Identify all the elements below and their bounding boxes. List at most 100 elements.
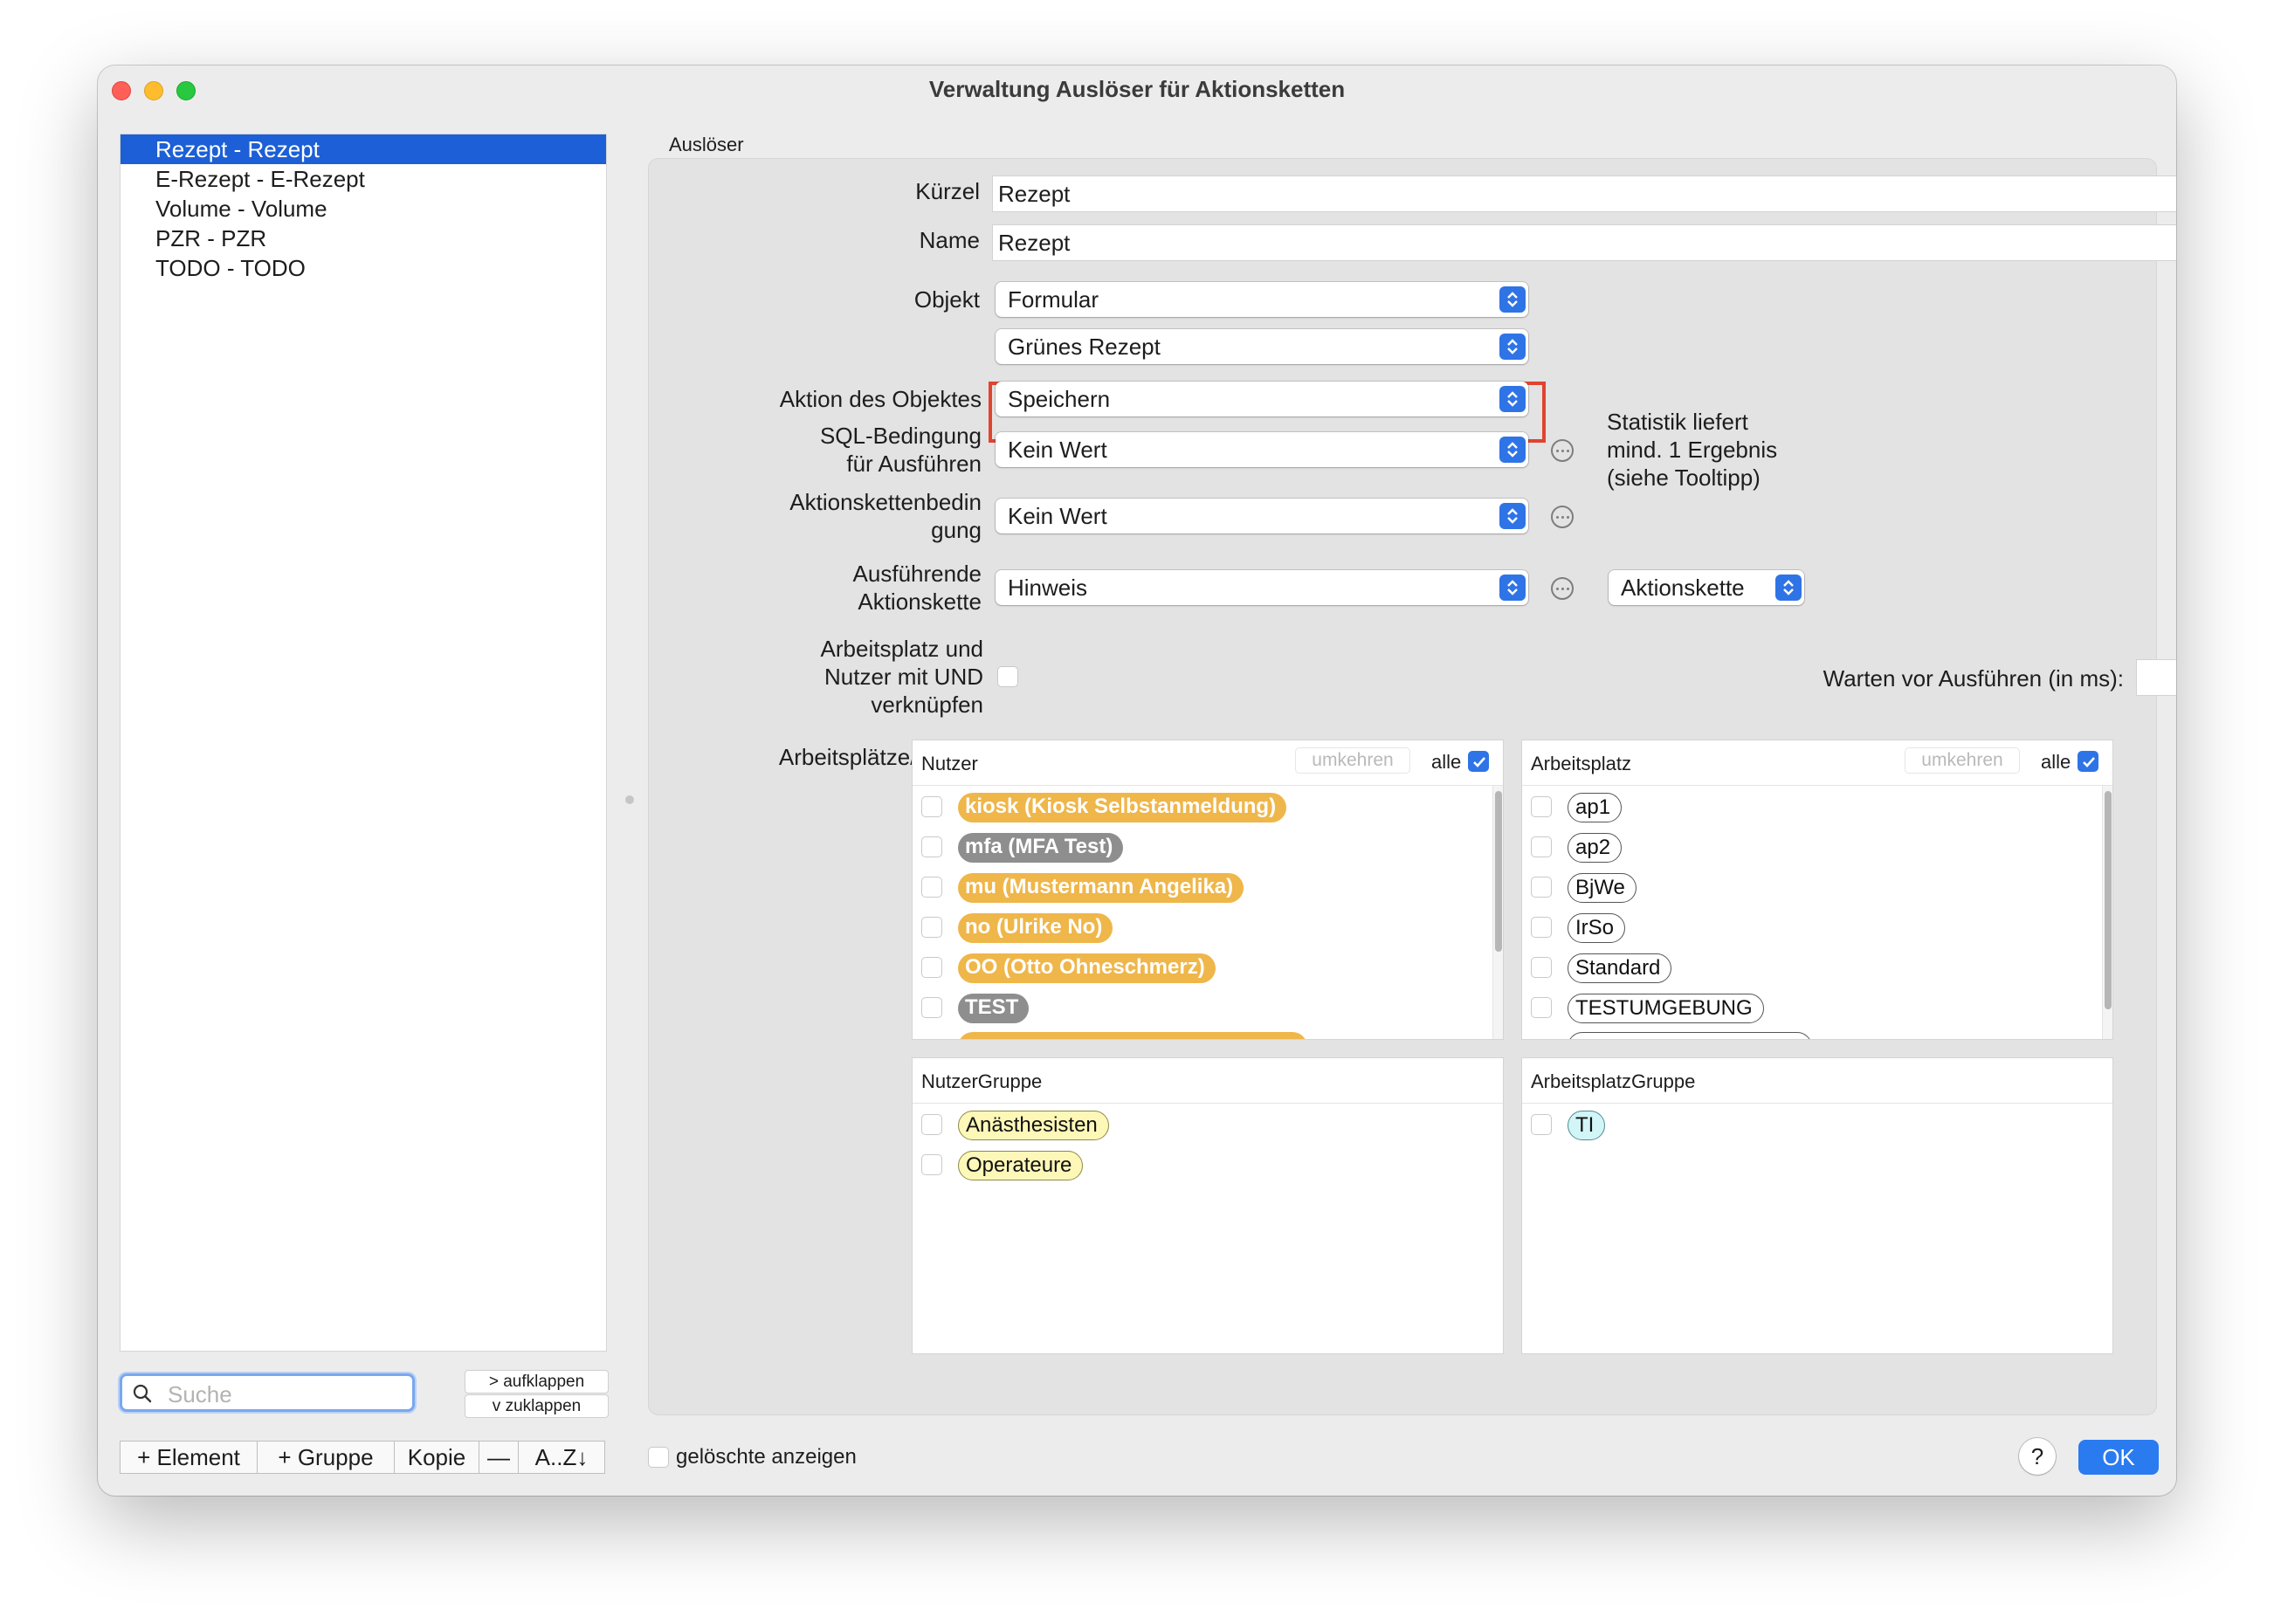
nutzergruppe-panel: NutzerGruppe Anästhesisten Operateure (912, 1057, 1504, 1354)
workstation-tag: ap2 (1568, 833, 1623, 863)
objekt-select[interactable]: Formular (996, 282, 1528, 317)
list-item[interactable]: E-Rezept - E-Rezept (121, 164, 606, 194)
all-checkbox[interactable] (2078, 751, 2098, 772)
scrollbar-thumb[interactable] (2105, 791, 2112, 1009)
item-checkbox[interactable] (1531, 917, 1552, 938)
kuerzel-label: Kürzel (915, 178, 980, 204)
statistics-note-line: Statistik liefert (1607, 409, 1748, 435)
chevron-updown-icon (1499, 334, 1526, 360)
user-tag: no (Ulrike No) (958, 913, 1113, 943)
user-tag: mu (Mustermann Angelika) (958, 873, 1244, 903)
list-item[interactable]: mu (Mustermann Angelika) (913, 868, 1503, 908)
ausfuehrende-label: Ausführende Aktionskette (657, 560, 982, 616)
workstation-group-tag: TI (1568, 1111, 1606, 1140)
list-item[interactable]: Rezept - Rezept (121, 134, 606, 164)
objekt-label: Objekt (913, 286, 980, 313)
item-checkbox[interactable] (921, 997, 942, 1018)
group-title: Auslöser (669, 134, 744, 155)
add-group-button[interactable]: + Gruppe (257, 1441, 395, 1474)
item-checkbox[interactable] (1531, 836, 1552, 857)
warten-label: Warten vor Ausführen (in ms): (1823, 665, 2124, 692)
und-verknuepfen-label-line: verknüpfen (871, 692, 983, 718)
panel-header: Nutzer umkehren alle (913, 740, 1503, 786)
dialog-window: Verwaltung Auslöser für Aktionsketten Re… (98, 65, 2176, 1496)
item-checkbox[interactable] (921, 796, 942, 817)
more-options-icon[interactable] (1551, 439, 1574, 462)
invert-button[interactable]: umkehren (1905, 747, 2020, 774)
ausfuehrende-aktionskette-select[interactable]: Hinweis (996, 570, 1528, 605)
user-tag: OO (Otto Ohneschmerz) (958, 953, 1216, 983)
list-item[interactable]: ap1 (1522, 788, 2112, 828)
list-item[interactable]: Standard (1522, 948, 2112, 988)
kuerzel-field[interactable]: Rezept (992, 175, 2176, 212)
item-checkbox[interactable] (921, 836, 942, 857)
scrollbar-thumb[interactable] (1495, 791, 1502, 952)
more-options-icon[interactable] (1551, 577, 1574, 600)
item-checkbox[interactable] (921, 1114, 942, 1135)
list-item[interactable]: TI (1522, 1105, 2112, 1146)
list-item[interactable]: Operateure (913, 1146, 1503, 1186)
scrollbar[interactable] (1492, 786, 1503, 1039)
split-view-handle[interactable] (625, 795, 634, 804)
list-item[interactable]: TESTUMGEBUNG (1522, 988, 2112, 1029)
workstation-tag: ap1 (1568, 793, 1623, 822)
item-checkbox[interactable] (1531, 997, 1552, 1018)
list-toolbar: + Element + Gruppe Kopie — A..Z↓ (120, 1441, 605, 1474)
list-item[interactable]: TEST (913, 988, 1503, 1029)
remove-button[interactable]: — (479, 1441, 519, 1474)
list-item[interactable]: ap2 (1522, 828, 2112, 868)
list-item[interactable]: PZR - PZR (121, 224, 606, 253)
search-placeholder: Suche (168, 1381, 232, 1407)
help-button[interactable]: ? (2019, 1438, 2056, 1475)
item-checkbox[interactable] (921, 1154, 942, 1175)
list-item[interactable]: Anästhesisten (913, 1105, 1503, 1146)
aktion-select[interactable]: Speichern (996, 382, 1528, 416)
item-checkbox[interactable] (1531, 1114, 1552, 1135)
name-field[interactable]: Rezept (992, 224, 2176, 261)
sql-label-line: für Ausführen (846, 451, 982, 477)
show-deleted-checkbox[interactable] (648, 1447, 669, 1468)
expand-button[interactable]: > aufklappen (465, 1370, 609, 1393)
aktionskettenbedingung-label-line: gung (931, 517, 982, 543)
item-checkbox[interactable] (1531, 877, 1552, 898)
arbeitsplatz-panel: Arbeitsplatz umkehren alle ap1 ap2 BjWe … (1521, 740, 2113, 1040)
und-verknuepfen-checkbox[interactable] (997, 666, 1018, 687)
item-checkbox[interactable] (921, 877, 942, 898)
name-label: Name (919, 227, 980, 253)
aktionskettenbedingung-select[interactable]: Kein Wert (996, 499, 1528, 533)
trigger-list[interactable]: Rezept - Rezept E-Rezept - E-Rezept Volu… (120, 134, 607, 1352)
list-item[interactable]: TODO - TODO (121, 253, 606, 283)
item-checkbox[interactable] (1531, 796, 1552, 817)
aktionskettenbedingung-label: Aktionskettenbedin gung (657, 488, 982, 544)
aktion-select-value: Speichern (1008, 386, 1111, 412)
ok-button[interactable]: OK (2078, 1440, 2159, 1475)
add-element-button[interactable]: + Element (120, 1441, 258, 1474)
item-checkbox[interactable] (921, 917, 942, 938)
search-icon (133, 1384, 152, 1403)
list-item[interactable]: Volume - Volume (121, 194, 606, 224)
more-options-icon[interactable] (1551, 506, 1574, 528)
und-verknuepfen-label-line: Arbeitsplatz und (820, 636, 983, 662)
copy-button[interactable]: Kopie (394, 1441, 479, 1474)
warten-field[interactable] (2136, 659, 2176, 696)
objekt-sub-select[interactable]: Grünes Rezept (996, 329, 1528, 364)
list-item[interactable]: mfa (MFA Test) (913, 828, 1503, 868)
invert-button[interactable]: umkehren (1295, 747, 1410, 774)
chevron-updown-icon (1775, 575, 1802, 601)
item-checkbox[interactable] (921, 957, 942, 978)
collapse-button[interactable]: v zuklappen (465, 1394, 609, 1418)
statistics-note-line: (siehe Tooltipp) (1607, 464, 1761, 491)
sql-condition-select[interactable]: Kein Wert (996, 432, 1528, 467)
list-item[interactable]: kiosk (Kiosk Selbstanmeldung) (913, 788, 1503, 828)
search-input[interactable]: Suche (120, 1373, 415, 1412)
scrollbar[interactable] (2102, 786, 2112, 1039)
list-item[interactable]: OO (Otto Ohneschmerz) (913, 948, 1503, 988)
list-item[interactable]: IrSo (1522, 908, 2112, 948)
item-checkbox[interactable] (1531, 957, 1552, 978)
workstation-tag: TESTUMGEBUNG (1568, 994, 1764, 1023)
sort-button[interactable]: A..Z↓ (518, 1441, 605, 1474)
aktionskette-type-select[interactable]: Aktionskette (1609, 570, 1804, 605)
all-checkbox[interactable] (1468, 751, 1489, 772)
list-item[interactable]: no (Ulrike No) (913, 908, 1503, 948)
list-item[interactable]: BjWe (1522, 868, 2112, 908)
